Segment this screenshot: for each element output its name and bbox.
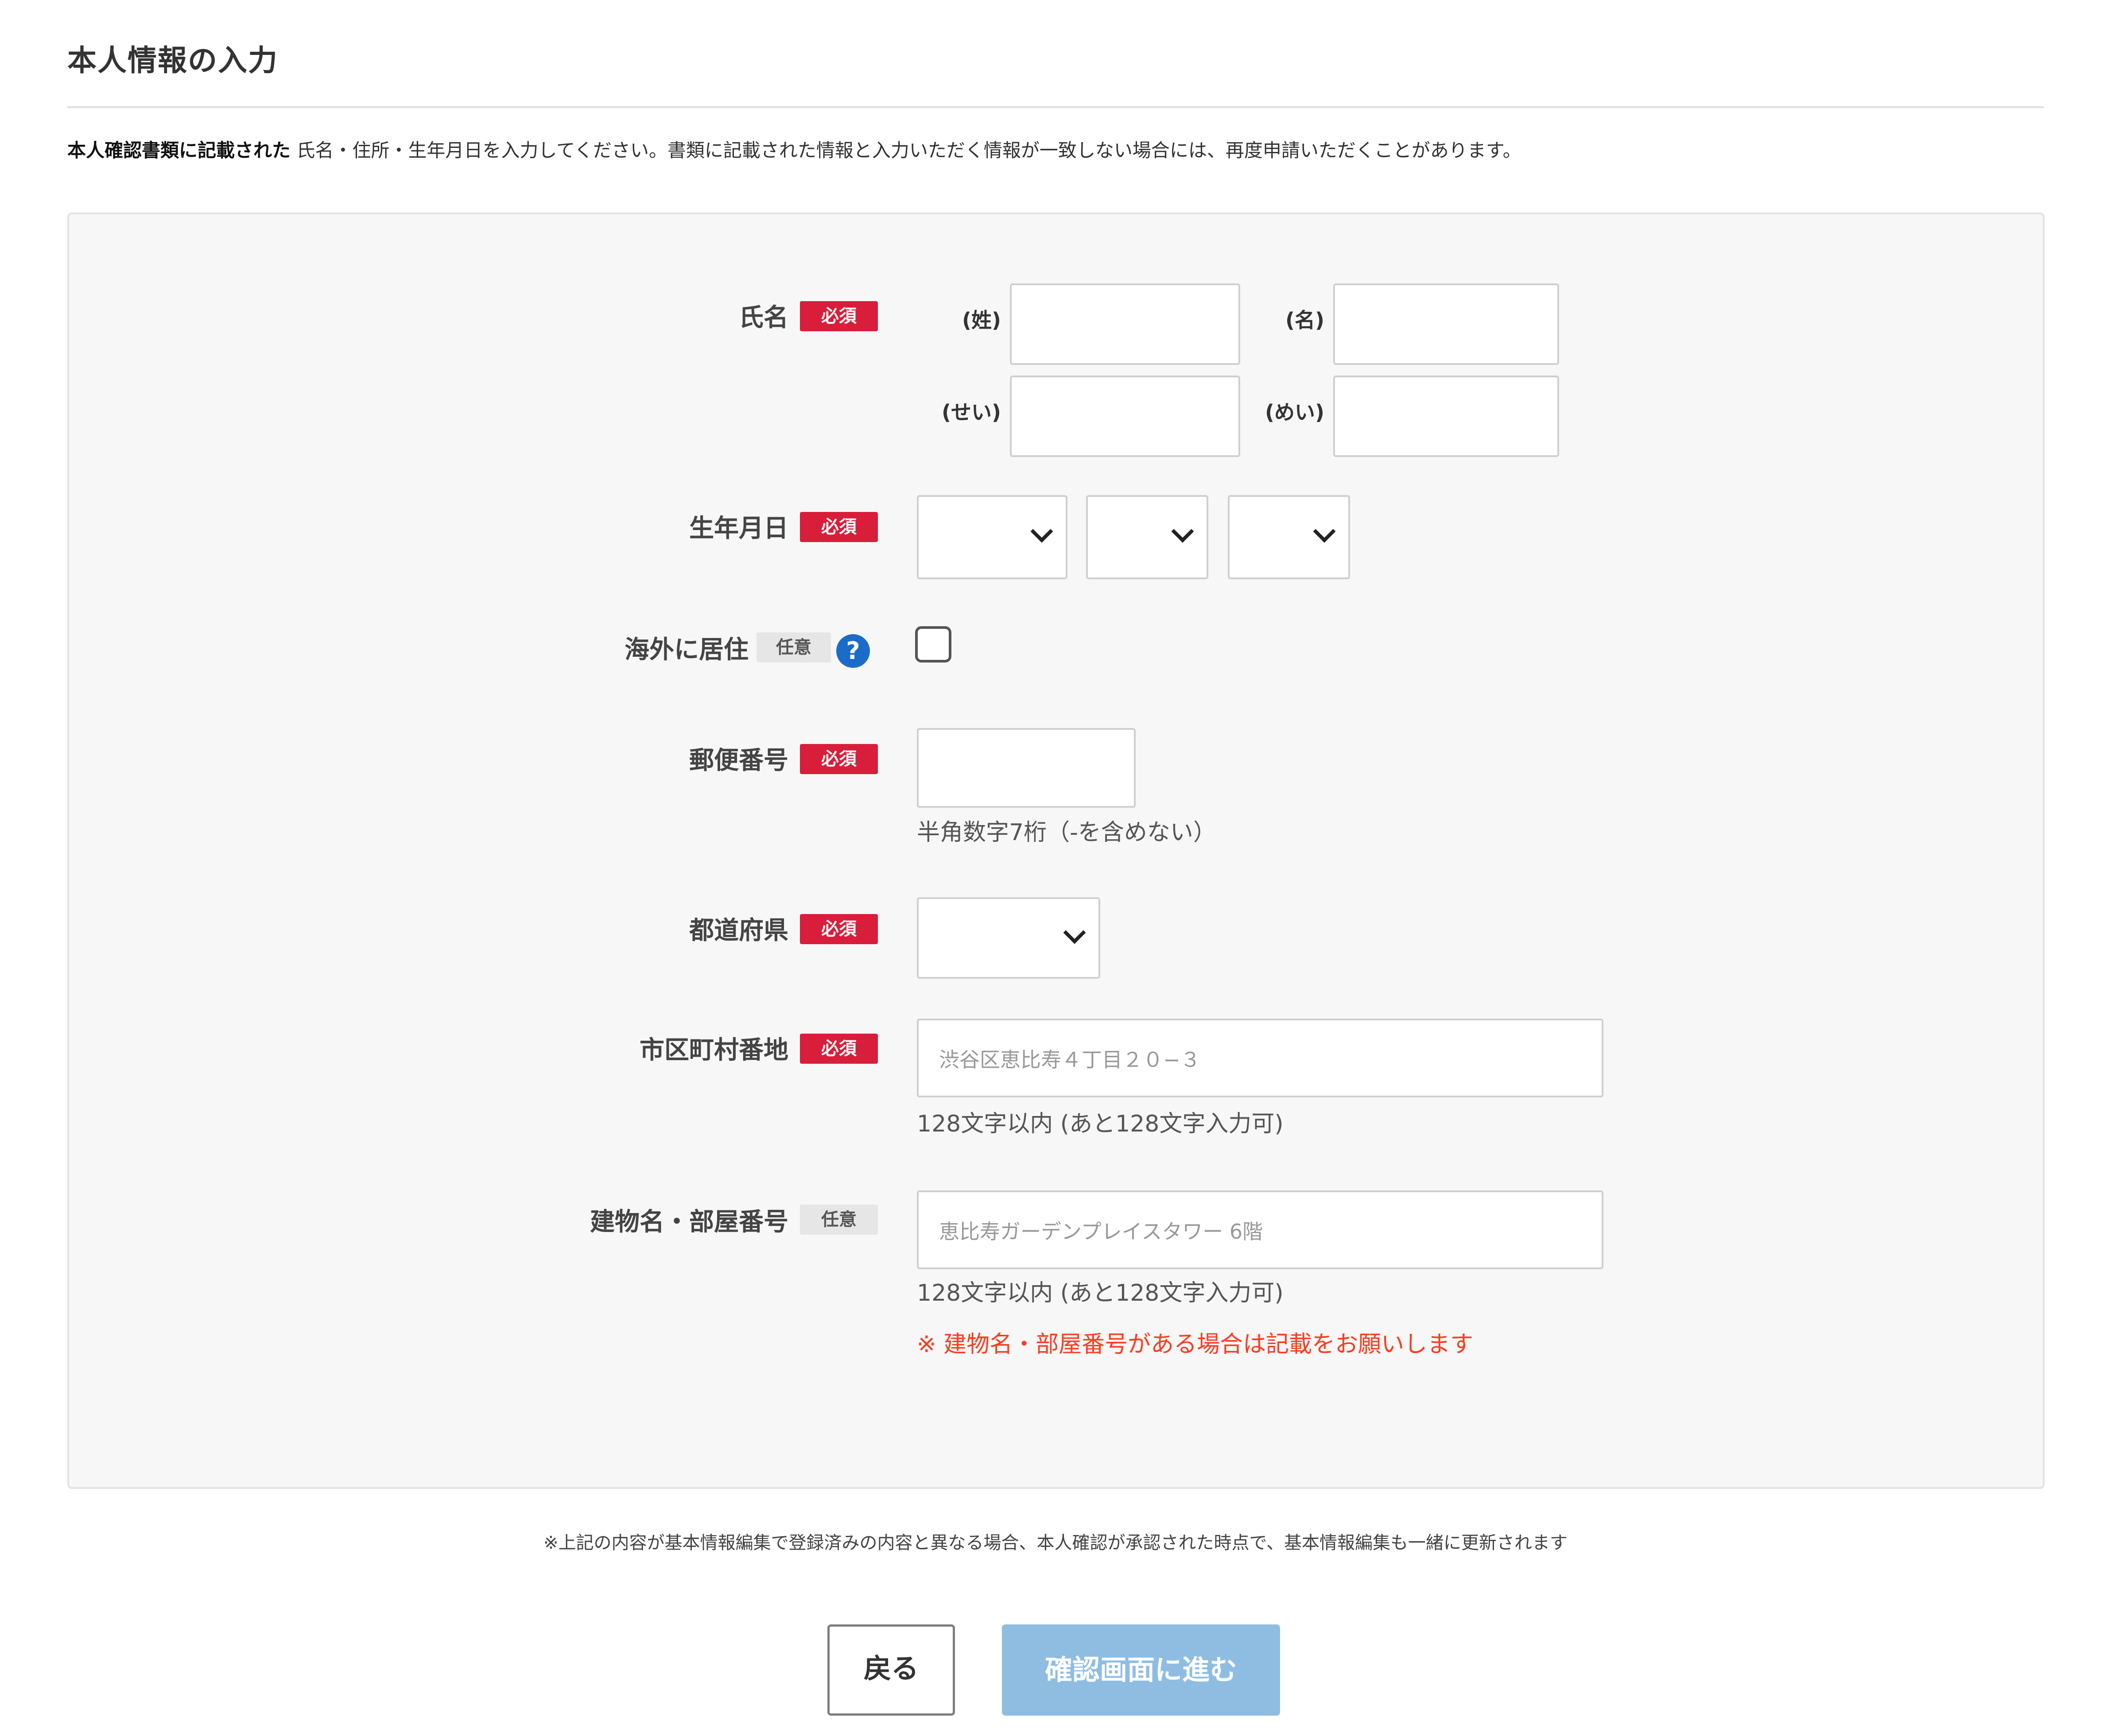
birth-year-select[interactable] bbox=[917, 495, 1067, 579]
last-name-kana-input[interactable] bbox=[1010, 376, 1240, 457]
intro-text: 本人確認書類に記載された 氏名・住所・生年月日を入力してください。書類に記載され… bbox=[67, 136, 1521, 165]
postal-hint: 半角数字7桁（-を含めない） bbox=[917, 819, 1216, 846]
first-name-input[interactable] bbox=[1333, 283, 1559, 365]
intro-bold: 本人確認書類に記載された bbox=[67, 140, 291, 161]
last-name-label: (姓) bbox=[962, 308, 1001, 332]
building-placeholder: 恵比寿ガーデンプレイスタワー 6階 bbox=[939, 1220, 1263, 1244]
first-name-kana-input[interactable] bbox=[1333, 376, 1559, 457]
title-divider bbox=[67, 106, 2044, 108]
building-input[interactable]: 恵比寿ガーデンプレイスタワー 6階 bbox=[917, 1190, 1603, 1269]
building-warning: ※ 建物名・部屋番号がある場合は記載をお願いします bbox=[917, 1331, 1474, 1358]
postal-code-input[interactable] bbox=[917, 728, 1136, 808]
prefecture-required-badge: 必須 bbox=[800, 914, 878, 944]
chevron-down-icon bbox=[1171, 520, 1194, 543]
intro-body: 氏名・住所・生年月日を入力してください。書類に記載された情報と入力いただく情報が… bbox=[291, 140, 1521, 161]
back-button[interactable]: 戻る bbox=[827, 1624, 955, 1716]
building-optional-badge: 任意 bbox=[800, 1205, 878, 1235]
chevron-down-icon bbox=[1063, 921, 1086, 944]
overseas-checkbox[interactable] bbox=[915, 626, 951, 663]
birthdate-required-badge: 必須 bbox=[800, 512, 878, 542]
overseas-optional-badge: 任意 bbox=[757, 632, 831, 663]
first-name-kana-label: (めい) bbox=[1265, 400, 1324, 424]
building-char-count: 128文字以内 (あと128文字入力可) bbox=[917, 1280, 1284, 1306]
city-address-input[interactable]: 渋谷区恵比寿４丁目２０−３ bbox=[917, 1019, 1603, 1097]
city-char-count: 128文字以内 (あと128文字入力可) bbox=[917, 1111, 1284, 1137]
next-button[interactable]: 確認画面に進む bbox=[1002, 1624, 1280, 1716]
chevron-down-icon bbox=[1313, 520, 1336, 543]
question-icon[interactable]: ? bbox=[836, 634, 870, 668]
prefecture-select[interactable] bbox=[917, 897, 1100, 979]
footer-note: ※上記の内容が基本情報編集で登録済みの内容と異なる場合、本人確認が承認された時点… bbox=[543, 1533, 1568, 1553]
birth-month-select[interactable] bbox=[1086, 495, 1208, 579]
name-label: 氏名 bbox=[739, 303, 788, 332]
building-label: 建物名・部屋番号 bbox=[590, 1208, 788, 1236]
page: 本人情報の入力 本人確認書類に記載された 氏名・住所・生年月日を入力してください… bbox=[0, 0, 2111, 1736]
city-label: 市区町村番地 bbox=[640, 1036, 788, 1065]
city-required-badge: 必須 bbox=[800, 1034, 878, 1064]
name-required-badge: 必須 bbox=[800, 301, 878, 331]
last-name-input[interactable] bbox=[1010, 283, 1240, 365]
postal-label: 郵便番号 bbox=[689, 746, 788, 775]
chevron-down-icon bbox=[1030, 520, 1053, 543]
birthdate-label: 生年月日 bbox=[689, 514, 788, 543]
birth-day-select[interactable] bbox=[1228, 495, 1350, 579]
first-name-label: (名) bbox=[1285, 308, 1324, 332]
page-title: 本人情報の入力 bbox=[67, 43, 278, 78]
overseas-label: 海外に居住 bbox=[625, 636, 749, 664]
city-placeholder: 渋谷区恵比寿４丁目２０−３ bbox=[939, 1048, 1201, 1072]
prefecture-label: 都道府県 bbox=[689, 916, 788, 945]
last-name-kana-label: (せい) bbox=[941, 400, 1001, 424]
postal-required-badge: 必須 bbox=[800, 744, 878, 774]
